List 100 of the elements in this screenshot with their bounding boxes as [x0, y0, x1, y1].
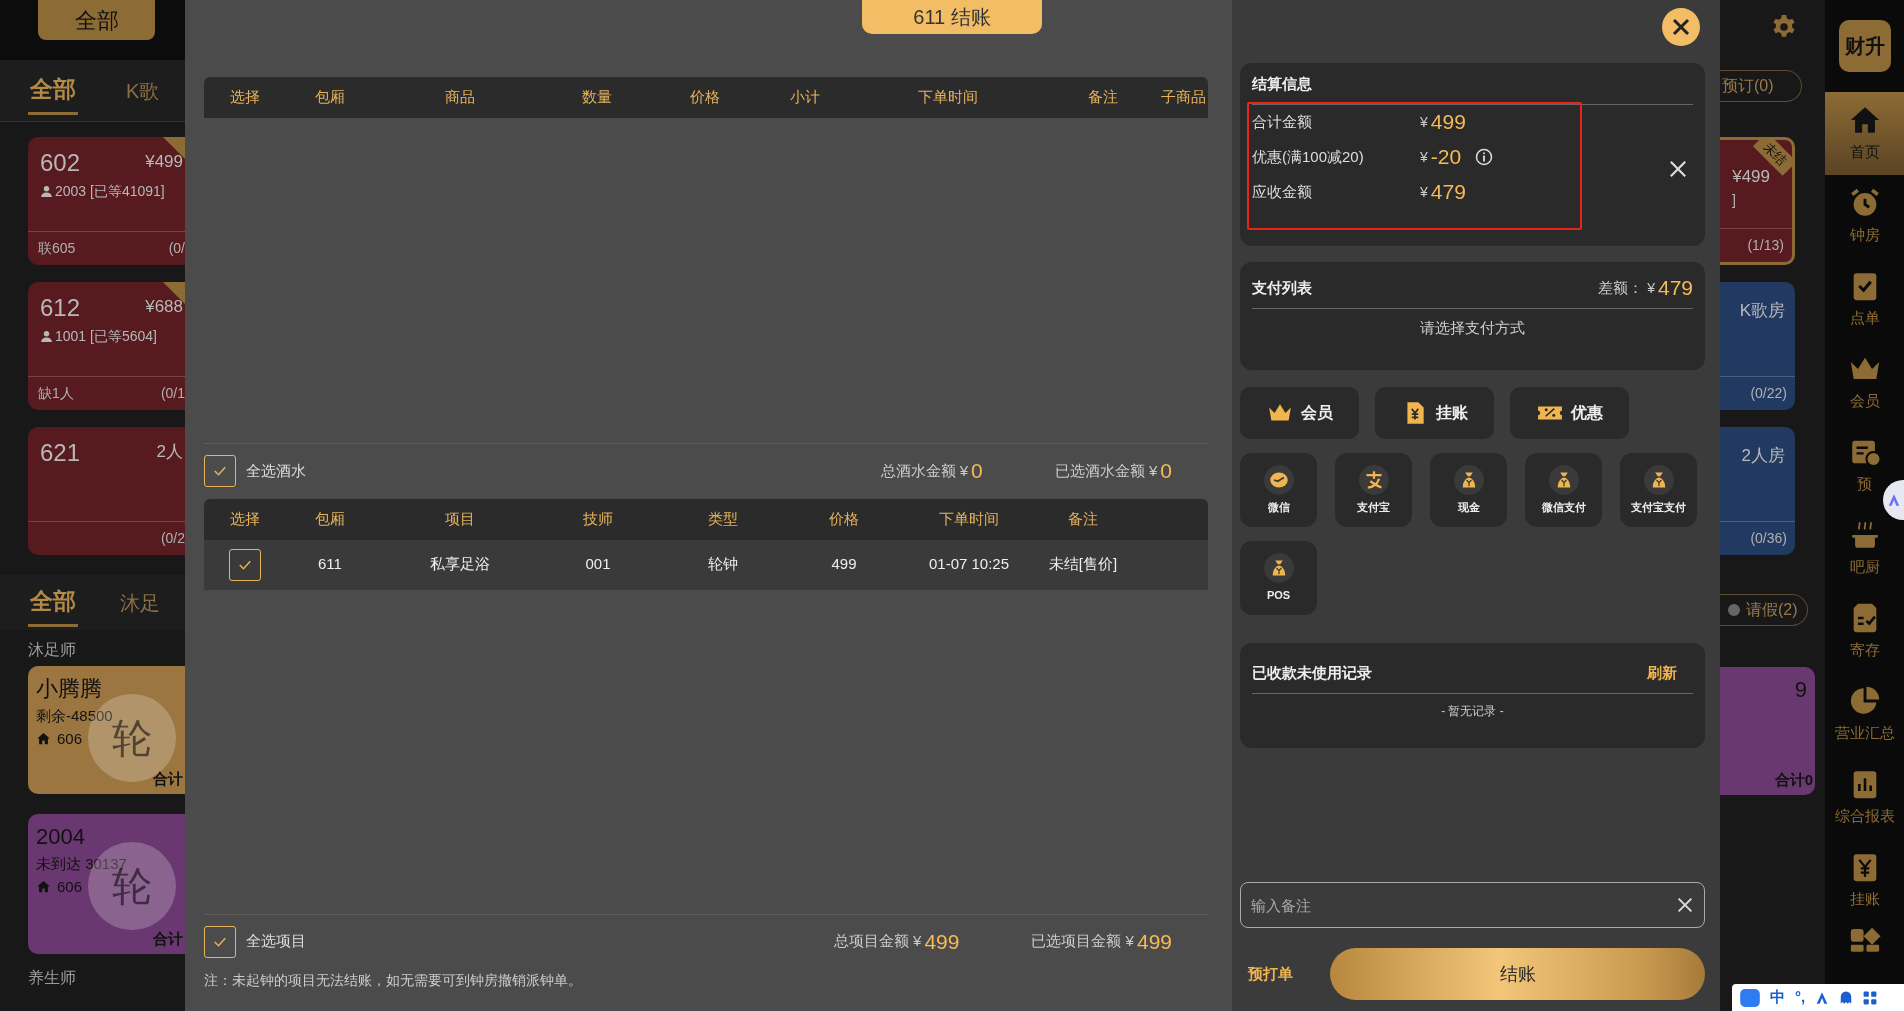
remark-field[interactable]: 输入备注 [1240, 882, 1705, 928]
column-header: 商品 [444, 87, 476, 108]
table-cell-text: 001 [584, 554, 612, 575]
payment-method-button[interactable]: 支付宝 [1335, 453, 1412, 527]
checkbox[interactable] [204, 455, 236, 487]
sidebar-item[interactable]: 钟房 [1844, 175, 1885, 258]
staff-total: 合计 [153, 768, 183, 789]
room-price: ¥688 [145, 296, 183, 318]
room-card[interactable]: 2人房 (0/36) [1720, 427, 1795, 555]
room-type: 2人房 [1741, 445, 1785, 467]
sidebar-item[interactable]: 会员 [1844, 341, 1885, 424]
column-header: 价格 [689, 87, 721, 108]
person-icon [40, 185, 53, 198]
sidebar-item[interactable]: 营业汇总 [1834, 673, 1895, 756]
currency-sign: ¥ [1420, 182, 1428, 202]
payment-method-button[interactable]: POS [1240, 541, 1317, 615]
room-note: 缺1人 [38, 384, 74, 403]
ime-label[interactable]: 中 [1770, 986, 1785, 1009]
select-all-label: 全选项目 [246, 931, 306, 952]
selected-total-amount: 0 [1160, 458, 1172, 485]
payment-option-button[interactable]: 挂账 [1375, 387, 1494, 439]
payment-method-button[interactable]: 支付宝支付 [1620, 453, 1697, 527]
checkout-button[interactable]: 结账 [1330, 948, 1705, 1000]
selected-total-label: 已选项目金额 ¥ [1031, 931, 1134, 952]
payment-method-button[interactable]: 微信支付 [1525, 453, 1602, 527]
home-icon [36, 879, 51, 895]
refresh-link[interactable]: 刷新 [1641, 660, 1683, 686]
app-logo: 财升 [1838, 20, 1891, 72]
payment-method-button[interactable]: 微信 [1240, 453, 1317, 527]
letter-a-icon [1886, 493, 1901, 507]
amount-label: 应收金额 [1252, 181, 1313, 202]
room-card[interactable]: 未结 ¥499 ] (1/13) [1720, 137, 1795, 265]
swoosh-icon [1358, 464, 1389, 495]
payment-option-button[interactable]: 会员 [1240, 387, 1359, 439]
staff-name: 2004 [36, 823, 86, 851]
sidebar-item[interactable]: 寄存 [1844, 590, 1885, 673]
ghost-icon [1839, 990, 1854, 1005]
card-title: 支付列表 [1252, 277, 1312, 298]
column-header: 项目 [444, 508, 476, 529]
staff-tab[interactable]: 全部 [28, 577, 78, 628]
close-icon [1669, 160, 1687, 178]
room-number: 621 [40, 438, 81, 468]
leave-label: 请假(2) [1746, 600, 1798, 620]
money-bag-icon [1453, 464, 1484, 495]
staff-tab[interactable]: 沐足 [118, 581, 162, 624]
category-tab[interactable]: 全部 [28, 65, 78, 116]
payment-option-button[interactable]: 优惠 [1510, 387, 1629, 439]
column-header: 备注 [1067, 508, 1099, 529]
staff-room: 606 [57, 876, 83, 897]
sidebar-item[interactable]: 综合报表 [1834, 756, 1895, 839]
close-icon [1671, 17, 1691, 37]
checkbox[interactable] [229, 548, 261, 581]
dialog-title: 611 结账 [862, 0, 1042, 34]
room-card[interactable]: K歌房 (0/22) [1720, 282, 1795, 410]
column-header: 选择 [229, 508, 261, 529]
ime-label[interactable]: °, [1795, 986, 1806, 1009]
all-button[interactable]: 全部 [38, 0, 155, 40]
footnote: 注：未起钟的项目无法结账，如无需要可到钟房撤销派钟单。 [204, 971, 583, 990]
chat-bubble-icon [1263, 464, 1294, 495]
remove-discount-button[interactable] [1667, 158, 1689, 180]
staff-total: 合计 [153, 928, 183, 949]
category-tab[interactable]: K歌 [124, 69, 162, 112]
selected-total-amount: 499 [1136, 928, 1172, 955]
staff-room: 606 [57, 728, 83, 749]
group-label: 沐足师 [27, 640, 77, 660]
sidebar-item[interactable]: 挂账 [1844, 839, 1885, 922]
balance-amount: 479 [1657, 275, 1693, 302]
guest-info: 2003 [已等41091] [55, 182, 165, 201]
amount-label: 优惠(满100减20) [1252, 146, 1365, 167]
room-number: 602 [40, 148, 81, 178]
staff-name: 小腾腾 [36, 675, 103, 703]
checkbox[interactable] [204, 925, 236, 958]
room-card[interactable]: 602 ¥499 2003 [已等41091] 联605 (0/ [28, 137, 185, 265]
sidebar-item[interactable]: 吧厨 [1844, 507, 1885, 590]
table-cell-text: 499 [830, 554, 858, 575]
balance-label: 差额： [1598, 277, 1644, 298]
room-card[interactable]: 612 ¥688 1001 [已等5604] 缺1人 (0/1 [28, 282, 185, 410]
amount-value: -20 [1430, 144, 1462, 171]
card-title: 结算信息 [1252, 74, 1313, 94]
total-amount: 499 [924, 928, 960, 955]
payment-method-button[interactable]: 现金 [1430, 453, 1507, 527]
sidebar-item[interactable]: 点单 [1844, 258, 1885, 341]
empty-message: - 暂无记录 - [1440, 703, 1505, 720]
amount-value: 479 [1430, 179, 1466, 206]
selected-total-label: 已选酒水金额 ¥ [1054, 460, 1158, 481]
clear-button[interactable] [1677, 897, 1693, 913]
group-label: 养生师 [27, 968, 77, 988]
room-card[interactable]: 621 2人 (0/2 [28, 427, 185, 555]
staff-total: 合计0 [1774, 769, 1813, 790]
preprint-link[interactable]: 预打单 [1240, 961, 1330, 987]
currency-sign: ¥ [1420, 112, 1428, 132]
table-cell-text: 01-07 10:25 [927, 554, 1011, 575]
home-icon [36, 731, 51, 747]
column-header: 备注 [1087, 87, 1119, 108]
column-header: 下单时间 [917, 87, 979, 108]
column-header: 类型 [707, 508, 739, 529]
sidebar-item[interactable]: 预 [1844, 424, 1885, 507]
settings-icon [1771, 14, 1797, 40]
money-bag-icon [1263, 552, 1294, 583]
room-count: (0/2 [160, 529, 185, 548]
